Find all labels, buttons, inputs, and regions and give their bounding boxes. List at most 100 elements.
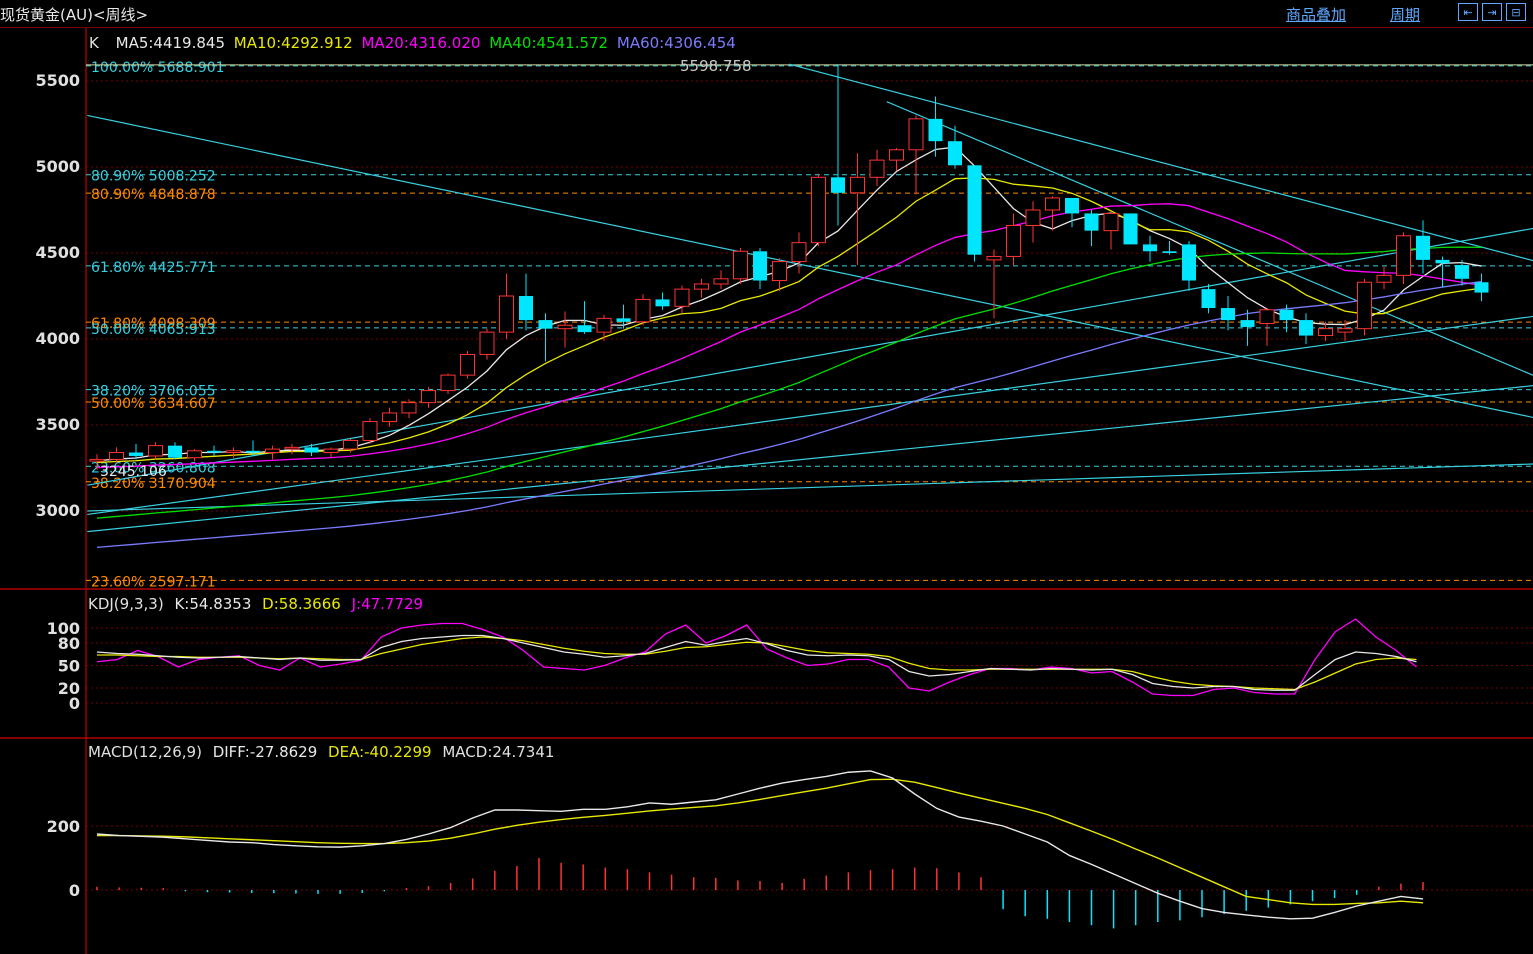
kdj-k-line xyxy=(96,634,1417,691)
candle-body-up xyxy=(811,176,826,244)
candle-body-up xyxy=(908,118,924,151)
candle-body-up xyxy=(772,261,787,282)
candle-body-down xyxy=(1143,244,1157,252)
candle-body-up xyxy=(284,446,300,450)
candle-body-down xyxy=(1416,235,1430,260)
candle-body-down xyxy=(753,251,767,281)
low-price-marker: 3245.106 xyxy=(100,464,167,480)
fib-level-label: 50.00% 4065.913 xyxy=(91,322,216,338)
ma20-line xyxy=(96,203,1482,469)
candle-body-up xyxy=(343,439,358,450)
candle-body-down xyxy=(577,325,592,333)
window-toggle-button[interactable]: ⊟ xyxy=(1506,3,1526,21)
fibonacci-levels: 100.00% 5688.901 80.90% 5008.252 80.90% 48… xyxy=(86,60,1533,590)
candle-body-up xyxy=(479,331,495,355)
candle-body-down xyxy=(519,296,533,321)
trend-line xyxy=(87,385,1533,533)
chart-title: 现货黄金(AU)<周线> xyxy=(0,6,149,24)
chart-canvas[interactable]: 100.00% 5688.901 80.90% 5008.252 80.90% 48… xyxy=(0,28,1533,954)
kdj-k-value: K:54.8353 xyxy=(174,595,251,613)
price-axis: 5500 5000 4500 4000 3500 3000 xyxy=(35,71,80,520)
kdj-d-value: D:58.3666 xyxy=(262,595,341,613)
kdj-legend: KDJ(9,3,3) K:54.8353 D:58.3666 J:47.7729 xyxy=(88,595,423,613)
candle-body-down xyxy=(1123,213,1138,245)
candle-body-up xyxy=(226,450,241,454)
price-tick-label: 3000 xyxy=(35,501,80,520)
candle-body-up xyxy=(1103,212,1119,232)
ma40-line xyxy=(96,246,1482,519)
ma5-line xyxy=(96,146,1482,462)
price-tick-label: 3500 xyxy=(35,415,80,434)
candle-body-down xyxy=(246,450,260,453)
moving-averages xyxy=(96,146,1482,548)
candle-body-down xyxy=(129,452,143,456)
kdj-j-value: J:47.7729 xyxy=(351,595,424,613)
candle-body-down xyxy=(538,320,553,329)
candle-body-up xyxy=(1318,328,1333,337)
candle-body-up xyxy=(499,295,514,333)
candle-body-down xyxy=(967,165,982,255)
candle-body-up xyxy=(791,242,807,263)
candle-body-up xyxy=(89,458,105,462)
scroll-right-button[interactable]: ⇥ xyxy=(1482,3,1502,21)
trend-line xyxy=(87,114,1533,419)
legend-ma20: MA20:4316.020 xyxy=(361,34,480,52)
candle-body-up xyxy=(187,450,202,459)
candle-body-down xyxy=(168,445,182,458)
candle-body-up xyxy=(694,283,709,290)
candle-body-down xyxy=(1299,320,1313,336)
candle-body-up xyxy=(733,250,748,280)
candle-body-up xyxy=(401,402,417,414)
candle-body-up xyxy=(850,176,865,194)
candle-body-up xyxy=(421,390,436,404)
candle-body-down xyxy=(831,177,845,193)
scroll-left-button[interactable]: ⇤ xyxy=(1458,3,1478,21)
trend-lines xyxy=(87,63,1533,533)
fib-level-label: 61.80% 4425.771 xyxy=(91,260,216,276)
trend-line xyxy=(87,227,1533,486)
title-bar: 现货黄金(AU)<周线> 商品叠加 周期 ⇤ ⇥ ⊟ xyxy=(0,0,1533,28)
macd-macd-value: MACD:24.7341 xyxy=(442,743,554,761)
candle-body-down xyxy=(1279,309,1294,321)
candle-body-up xyxy=(713,278,729,285)
candle-body-up xyxy=(889,149,904,161)
fib-level-label: 80.90% 4848.878 xyxy=(91,187,216,203)
candle-body-up xyxy=(557,324,573,330)
candle-body-down xyxy=(616,318,631,322)
candle-body-up xyxy=(596,317,612,333)
macd-dea-value: DEA:-40.2299 xyxy=(328,743,432,761)
macd-tick-label: 200 xyxy=(47,817,80,836)
fib-level-label: 50.00% 3634.607 xyxy=(91,396,216,412)
candle-body-up xyxy=(869,159,885,178)
candle-body-down xyxy=(1221,308,1235,321)
candle-body-up xyxy=(148,445,163,457)
candle-body-up xyxy=(1337,328,1353,333)
macd-legend: MACD(12,26,9) DIFF:-27.8629 DEA:-40.2299… xyxy=(88,743,554,761)
candle-body-down xyxy=(304,447,319,453)
kdj-tick-label: 50 xyxy=(58,657,80,676)
kdj-lines xyxy=(96,618,1417,697)
overlay-commodity-button[interactable]: 商品叠加 xyxy=(1286,4,1346,25)
legend-ma40: MA40:4541.572 xyxy=(489,34,608,52)
kdj-label: KDJ(9,3,3) xyxy=(88,595,164,613)
candle-body-down xyxy=(928,118,943,142)
candle-body-up xyxy=(986,255,1002,261)
candle-body-up xyxy=(323,448,339,454)
candle-body-up xyxy=(265,448,280,454)
candle-body-down xyxy=(1240,320,1255,327)
kdj-j-line xyxy=(96,618,1417,697)
macd-grid: 2000 xyxy=(47,817,1533,900)
candle-body-down xyxy=(1455,265,1469,279)
candle-body-down xyxy=(1065,197,1079,214)
fib-level-label: 100.00% 5688.901 xyxy=(91,60,225,76)
candle-body-down xyxy=(1435,259,1450,264)
candle-body-down xyxy=(1084,213,1099,231)
candle-body-up xyxy=(1045,197,1060,211)
period-button[interactable]: 周期 xyxy=(1390,4,1420,25)
candle-body-down xyxy=(207,450,221,453)
candle-body-up xyxy=(635,298,651,323)
candle-body-down xyxy=(1182,244,1196,281)
candle-body-up xyxy=(1396,235,1411,276)
candle-body-up xyxy=(440,374,456,392)
candle-body-up xyxy=(1259,309,1275,325)
